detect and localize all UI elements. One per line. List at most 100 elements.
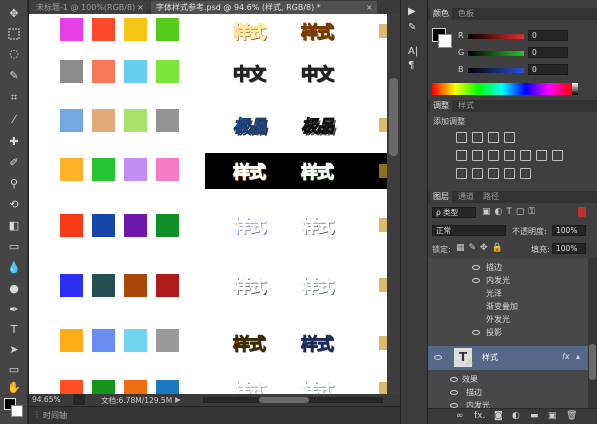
- effect-row[interactable]: 内发光: [428, 275, 588, 287]
- add-mask-icon[interactable]: ◙: [494, 411, 503, 421]
- horizontal-scrollbar-thumb[interactable]: [259, 397, 309, 403]
- photo-filter-icon[interactable]: [520, 150, 531, 161]
- dodge-tool-icon[interactable]: ●: [3, 279, 25, 298]
- tab-channels[interactable]: 通道: [455, 191, 477, 203]
- scrollbar-thumb[interactable]: [389, 78, 398, 156]
- tab-layers[interactable]: 图层: [430, 191, 452, 203]
- posterize-icon[interactable]: [472, 168, 483, 179]
- channel-slider[interactable]: [468, 51, 524, 56]
- color-balance-icon[interactable]: [488, 150, 499, 161]
- vibrance-icon[interactable]: [456, 150, 467, 161]
- tab-color[interactable]: 颜色: [430, 8, 452, 20]
- effect-row[interactable]: 渐变叠加: [428, 301, 588, 313]
- trash-icon[interactable]: 🗑: [566, 411, 577, 421]
- shape-tool-icon[interactable]: ▭: [3, 360, 25, 379]
- fx-icon[interactable]: fx.: [474, 411, 485, 421]
- blend-mode-select[interactable]: 正常: [432, 225, 506, 236]
- effect-row[interactable]: 描边: [428, 262, 588, 274]
- close-icon[interactable]: ×: [137, 1, 144, 14]
- color-spectrum-bar[interactable]: [432, 83, 572, 95]
- character-panel-icon[interactable]: A|: [408, 46, 418, 57]
- layer-filter-icons[interactable]: ▣◐T▢⚿: [482, 207, 539, 217]
- brush-tool-icon[interactable]: ✐: [3, 153, 25, 172]
- eyedropper-tool-icon[interactable]: ⁄: [3, 110, 25, 129]
- pen-tool-icon[interactable]: ✒: [3, 300, 25, 319]
- filter-toggle-icon[interactable]: [578, 207, 586, 217]
- horizontal-scrollbar[interactable]: [203, 397, 383, 403]
- channel-value-field[interactable]: 0: [528, 64, 568, 75]
- eye-icon[interactable]: [450, 377, 458, 382]
- fill-field[interactable]: 100%: [552, 243, 586, 254]
- invert-icon[interactable]: [456, 168, 467, 179]
- selective-color-icon[interactable]: [504, 168, 515, 179]
- actions-panel-icon[interactable]: ✎: [408, 22, 416, 33]
- new-layer-icon[interactable]: ▣: [548, 411, 557, 421]
- layers-scrollbar[interactable]: [588, 258, 597, 408]
- gradient-map-icon[interactable]: [520, 168, 531, 179]
- exposure-icon[interactable]: [504, 132, 515, 143]
- paragraph-panel-icon[interactable]: ¶: [408, 60, 414, 71]
- tab-styles[interactable]: 样式: [455, 100, 477, 112]
- background-color-swatch[interactable]: [11, 405, 23, 417]
- effect-row[interactable]: 光泽: [428, 288, 588, 300]
- eye-icon[interactable]: [472, 330, 480, 335]
- history-panel-icon[interactable]: ▶: [408, 6, 416, 17]
- new-adjustment-icon[interactable]: ◐: [512, 411, 520, 421]
- blur-tool-icon[interactable]: 💧: [3, 258, 25, 277]
- history-brush-tool-icon[interactable]: ⟲: [3, 195, 25, 214]
- layer-row-selected[interactable]: T ⚠ 样式 fx ▴: [428, 346, 588, 370]
- eye-icon[interactable]: [450, 390, 458, 395]
- collapse-effects-icon[interactable]: ▴: [576, 352, 580, 361]
- move-tool-icon[interactable]: ✥: [3, 4, 25, 23]
- effect-row[interactable]: 描边: [428, 387, 588, 399]
- timeline-panel-tab[interactable]: ⋮ 时间轴: [29, 406, 400, 424]
- black-white-ramp[interactable]: [572, 83, 578, 95]
- tab-paths[interactable]: 路径: [480, 191, 502, 203]
- channel-slider[interactable]: [468, 34, 524, 39]
- layer-name[interactable]: 样式: [482, 352, 498, 363]
- healing-brush-tool-icon[interactable]: ✚: [3, 132, 25, 151]
- document-canvas[interactable]: 样式 样式 中文 中文 极品 极品 样式 样式 样式 样式 样式 样式 样式 样式 样式 样式: [29, 14, 387, 394]
- vertical-scrollbar[interactable]: [387, 14, 400, 394]
- channel-value-field[interactable]: 0: [528, 47, 568, 58]
- effects-header-row[interactable]: 效果: [428, 374, 588, 386]
- black-white-icon[interactable]: [504, 150, 515, 161]
- zoom-level[interactable]: 94.65%: [32, 395, 61, 404]
- color-lookup-icon[interactable]: [552, 150, 563, 161]
- marquee-tool-icon[interactable]: [3, 24, 25, 43]
- brightness-contrast-icon[interactable]: [456, 132, 467, 143]
- gradient-tool-icon[interactable]: ▭: [3, 237, 25, 256]
- effect-row[interactable]: 外发光: [428, 314, 588, 326]
- fx-badge[interactable]: fx: [562, 352, 570, 361]
- path-select-tool-icon[interactable]: ➤: [3, 340, 25, 359]
- eye-icon[interactable]: [434, 355, 442, 360]
- channel-slider[interactable]: [468, 68, 524, 73]
- levels-icon[interactable]: [472, 132, 483, 143]
- layers-scrollbar-thumb[interactable]: [589, 344, 596, 380]
- layer-filter-select[interactable]: ρ 类型: [432, 207, 476, 218]
- quick-select-tool-icon[interactable]: ✎: [3, 66, 25, 85]
- crop-tool-icon[interactable]: ⌗: [3, 88, 25, 107]
- hand-tool-icon[interactable]: ✋: [3, 378, 25, 397]
- background-color-chip[interactable]: [438, 34, 452, 48]
- link-layers-icon[interactable]: ∞: [456, 411, 464, 421]
- opacity-field[interactable]: 100%: [552, 225, 586, 236]
- tab-adjustments[interactable]: 调整: [430, 100, 452, 112]
- status-menu-arrow-icon[interactable]: ▶: [175, 395, 181, 404]
- close-icon[interactable]: ×: [366, 1, 373, 14]
- eye-icon[interactable]: [472, 278, 480, 283]
- eye-icon[interactable]: [472, 265, 480, 270]
- effect-row[interactable]: 投影: [428, 327, 588, 339]
- tab-font-style-reference[interactable]: 字体样式参考.psd @ 94.6% (样式, RGB/8) * ×: [151, 1, 377, 14]
- clone-stamp-tool-icon[interactable]: ⚲: [3, 174, 25, 193]
- new-group-icon[interactable]: ▬: [530, 411, 539, 421]
- eraser-tool-icon[interactable]: ◧: [3, 216, 25, 235]
- lock-icons[interactable]: ▦✎✥🔒: [456, 243, 507, 253]
- lasso-tool-icon[interactable]: ◌: [3, 44, 25, 63]
- channel-value-field[interactable]: 0: [528, 30, 568, 41]
- type-tool-icon[interactable]: T: [3, 320, 25, 339]
- tab-swatches[interactable]: 色板: [455, 8, 477, 20]
- threshold-icon[interactable]: [488, 168, 499, 179]
- effect-row[interactable]: 内发光: [428, 400, 588, 408]
- hue-saturation-icon[interactable]: [472, 150, 483, 161]
